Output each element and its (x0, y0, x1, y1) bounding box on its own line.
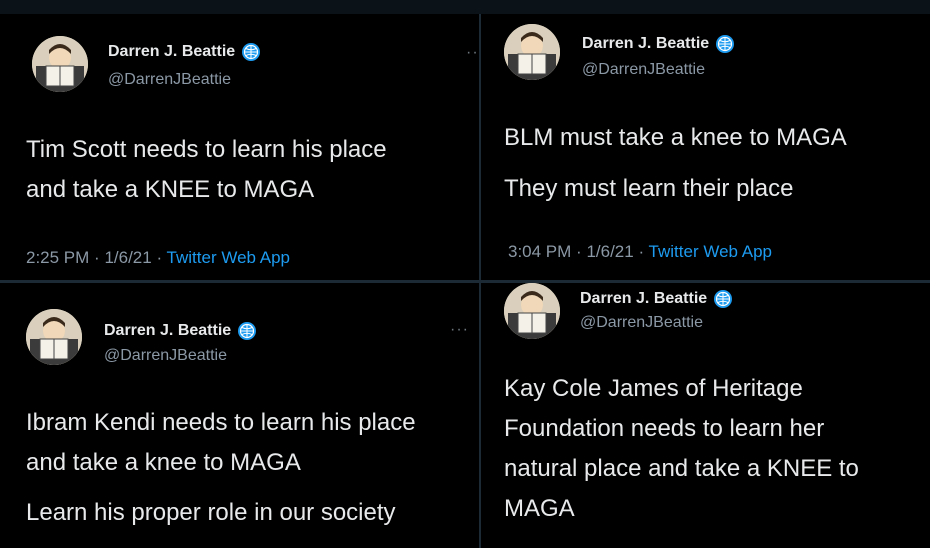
tweet-line: BLM must take a knee to MAGA (504, 124, 847, 151)
meta-separator: · (156, 248, 163, 267)
author-name[interactable]: Darren J. Beattie (580, 290, 707, 308)
tweet-text: Ibram Kendi needs to learn his place and… (26, 403, 416, 533)
tweet-card[interactable]: Darren J. Beattie @DarrenJBeattie ··· Ib… (0, 283, 478, 548)
meta-separator: · (638, 242, 645, 261)
avatar[interactable] (32, 36, 88, 92)
tweet-line: Ibram Kendi needs to learn his place (26, 409, 416, 436)
verified-badge-icon (714, 290, 733, 308)
tweet-line: Kay Cole James of Heritage (504, 375, 803, 402)
top-edge (0, 0, 930, 14)
tweet-date[interactable]: 1/6/21 (586, 242, 633, 261)
tweet-card[interactable]: Darren J. Beattie @DarrenJBeattie ·· Tim… (0, 14, 478, 280)
author-name[interactable]: Darren J. Beattie (104, 322, 231, 340)
avatar-illustration (26, 309, 82, 365)
tweet-time[interactable]: 2:25 PM (26, 248, 89, 267)
author-handle[interactable]: @DarrenJBeattie (580, 314, 703, 332)
tweet-line: Learn his proper role in our society (26, 499, 396, 526)
tweet-meta: 3:04 PM · 1/6/21 · Twitter Web App (508, 242, 772, 262)
tweet-source-link[interactable]: Twitter Web App (167, 248, 290, 267)
author-handle[interactable]: @DarrenJBeattie (582, 61, 705, 79)
author-handle[interactable]: @DarrenJBeattie (108, 71, 231, 89)
author-handle[interactable]: @DarrenJBeattie (104, 347, 227, 365)
grid-divider-horizontal (0, 280, 930, 283)
avatar[interactable] (504, 283, 560, 339)
verified-badge-icon (238, 322, 257, 340)
tweet-source-link[interactable]: Twitter Web App (649, 242, 772, 261)
tweet-line: MAGA (504, 495, 575, 522)
tweet-line: and take a KNEE to MAGA (26, 176, 315, 203)
meta-separator: · (576, 242, 582, 261)
author-name[interactable]: Darren J. Beattie (108, 43, 235, 61)
avatar-illustration (504, 283, 560, 339)
verified-badge-icon (716, 35, 735, 53)
tweet-line: and take a knee to MAGA (26, 449, 301, 476)
more-options-icon[interactable]: ··· (450, 321, 469, 339)
tweet-line: Tim Scott needs to learn his place (26, 136, 387, 163)
avatar-illustration (504, 24, 560, 80)
author-name[interactable]: Darren J. Beattie (582, 35, 709, 53)
tweet-text: Kay Cole James of Heritage Foundation ne… (504, 369, 859, 529)
avatar-illustration (32, 36, 88, 92)
more-options-icon[interactable]: ·· (466, 44, 478, 62)
tweet-card[interactable]: Darren J. Beattie @DarrenJBeattie BLM mu… (482, 14, 930, 280)
avatar[interactable] (504, 24, 560, 80)
tweet-line: Foundation needs to learn her (504, 415, 825, 442)
tweet-meta: 2:25 PM · 1/6/21 · Twitter Web App (26, 248, 290, 268)
verified-badge-icon (242, 43, 261, 61)
tweet-text: BLM must take a knee to MAGA They must l… (504, 118, 847, 209)
tweet-date[interactable]: 1/6/21 (104, 248, 151, 267)
tweet-card[interactable]: Darren J. Beattie @DarrenJBeattie Kay Co… (482, 283, 930, 548)
tweet-line: natural place and take a KNEE to (504, 455, 859, 482)
meta-separator: · (94, 248, 100, 267)
avatar[interactable] (26, 309, 82, 365)
tweet-line: They must learn their place (504, 175, 794, 202)
tweet-text: Tim Scott needs to learn his place and t… (26, 130, 387, 210)
tweet-time[interactable]: 3:04 PM (508, 242, 571, 261)
